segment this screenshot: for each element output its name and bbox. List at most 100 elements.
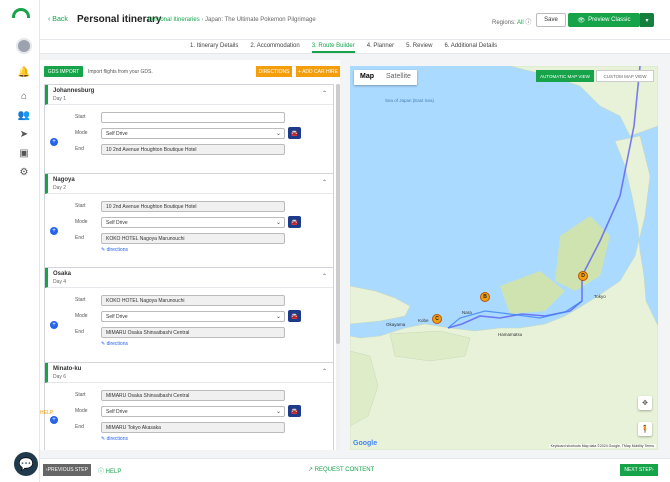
day-list[interactable]: Johannesburg Day 1 ⌃ + Start Mode Self D… [44,84,334,450]
day-number: Day 2 [53,185,67,191]
mode-select[interactable]: Self Drive ⌄ [101,311,285,322]
mode-select[interactable]: Self Drive ⌄ [101,217,285,228]
chevron-down-icon: ⌄ [275,409,281,415]
mode-value: Self Drive [106,409,128,415]
mode-label: Mode [75,313,88,319]
tab-route-builder[interactable]: 3. Route Builder [311,40,355,53]
help-link[interactable]: ⓘ HELP [98,466,121,475]
breadcrumb: Personal Itineraries › Japan: The Ultima… [148,17,316,23]
google-logo: Google [353,440,378,447]
map-marker[interactable]: D [578,271,588,281]
scrollbar-thumb[interactable] [336,84,340,344]
add-leg-icon[interactable]: + [50,321,58,329]
end-field[interactable]: MIMARU Tokyo Akasaka [101,422,285,433]
automatic-map-view-button[interactable]: AUTOMATIC MAP VIEW [536,70,594,82]
car-icon[interactable]: 🚘 [288,216,301,228]
add-leg-icon[interactable]: + [50,227,58,235]
brand-logo[interactable] [12,8,30,18]
gds-import-button[interactable]: GDS IMPORT [44,66,83,77]
day-body: + Start 10 2nd Avenue Houghton Boutique … [45,194,333,269]
gear-icon[interactable]: ⚙ [18,166,30,178]
regions-selector[interactable]: Regions: All ⓘ [492,17,531,26]
save-button[interactable]: Save [536,13,566,27]
avatar[interactable] [16,38,32,54]
preview-label: Preview Classic [588,17,631,23]
chat-icon[interactable]: 💬 [14,452,38,476]
chevron-up-icon[interactable]: ⌃ [322,368,327,375]
map-marker[interactable]: C [432,314,442,324]
mode-select[interactable]: Self Drive ⌄ [101,128,285,139]
next-step-button[interactable]: NEXT STEP › [620,464,658,476]
start-field[interactable]: 10 2nd Avenue Houghton Boutique Hotel [101,201,285,212]
directions-label: directions [106,436,128,442]
users-icon[interactable]: 👥 [18,109,30,121]
end-field[interactable]: KOKO HOTEL Nagoya Marunouchi [101,233,285,244]
start-label: Start [75,392,86,398]
day-card: Nagoya Day 2 ⌃ + Start 10 2nd Avenue Hou… [44,173,334,270]
start-label: Start [75,114,86,120]
day-header[interactable]: Nagoya Day 2 ⌃ [45,174,333,194]
start-label: Start [75,203,86,209]
mode-value: Self Drive [106,314,128,320]
breadcrumb-root[interactable]: Personal Itineraries [148,17,200,23]
request-content-link[interactable]: ↗ REQUEST CONTENT [308,466,374,473]
preview-dropdown-toggle[interactable]: ▾ [640,13,654,27]
end-label: End [75,424,84,430]
chevron-down-icon: ⌄ [275,314,281,320]
image-icon[interactable]: ▣ [18,147,30,159]
end-field[interactable]: 10 2nd Avenue Houghton Boutique Hotel [101,144,285,155]
custom-map-view-button[interactable]: CUSTOM MAP VIEW [596,70,654,82]
chevron-up-icon[interactable]: ⌃ [322,179,327,186]
help-label: HELP [105,469,122,475]
send-icon[interactable]: ➤ [18,128,30,140]
directions-link[interactable]: ✎ directions [101,436,128,442]
mode-label: Mode [75,219,88,225]
regions-label: Regions: [492,20,516,26]
app-root: 🔔 ⌂ 👥 ➤ ▣ ⚙ 💬 ‹ Back Personal itinerary … [0,0,670,482]
tab-additional-details[interactable]: 6. Additional Details [444,40,497,53]
start-field[interactable]: KOKO HOTEL Nagoya Marunouchi [101,295,285,306]
map-type-map[interactable]: Map [354,70,380,85]
add-leg-icon[interactable]: + [50,138,58,146]
street-view-icon[interactable]: 🧍 [638,422,652,436]
home-icon[interactable]: ⌂ [18,90,30,102]
map-attribution[interactable]: Keyboard shortcuts Map data ©2024 Google… [548,444,656,448]
start-field[interactable]: MIMARU Osaka Shinsaibashi Central [101,390,285,401]
previous-step-button[interactable]: ‹ PREVIOUS STEP [43,464,91,476]
move-icon[interactable]: ✥ [638,396,652,410]
end-field[interactable]: MIMARU Osaka Shinsaibashi Central [101,327,285,338]
tab-itinerary-details[interactable]: 1. Itinerary Details [190,40,238,53]
directions-link[interactable]: ✎ directions [101,341,128,347]
tab-accommodation[interactable]: 2. Accommodation [250,40,299,53]
chevron-up-icon[interactable]: ⌃ [322,273,327,280]
day-name: Johannesburg [53,88,95,94]
directions-link[interactable]: ✎ directions [101,247,128,253]
bell-icon[interactable]: 🔔 [18,66,30,78]
car-icon[interactable]: 🚘 [288,405,301,417]
car-icon[interactable]: 🚘 [288,127,301,139]
start-field[interactable] [101,112,285,123]
route-map[interactable]: Map Satellite AUTOMATIC MAP VIEW CUSTOM … [350,66,658,450]
mode-value: Self Drive [106,131,128,137]
tab-review[interactable]: 5. Review [406,40,432,53]
day-header[interactable]: Osaka Day 4 ⌃ [45,268,333,288]
help-float-label[interactable]: HELP [40,410,53,416]
back-link[interactable]: ‹ Back [48,16,68,23]
day-header[interactable]: Johannesburg Day 1 ⌃ [45,85,333,105]
chevron-up-icon[interactable]: ⌃ [322,90,327,97]
panel-scrollbar[interactable] [336,84,340,450]
day-body: + Start KOKO HOTEL Nagoya Marunouchi Mod… [45,288,333,363]
tab-planner[interactable]: 4. Planner [367,40,394,53]
place-label: Kobe [418,318,429,323]
add-leg-icon[interactable]: + [50,416,58,424]
directions-label: directions [106,247,128,253]
car-icon[interactable]: 🚘 [288,310,301,322]
preview-classic-button[interactable]: 👁 Preview Classic [568,13,640,27]
day-name: Osaka [53,271,72,277]
day-header[interactable]: Minato-ku Day 6 ⌃ [45,363,333,383]
directions-button[interactable]: DIRECTIONS [256,66,292,77]
map-marker[interactable]: B [480,292,490,302]
map-type-satellite[interactable]: Satellite [380,70,417,85]
add-car-hire-button[interactable]: + ADD CAR HIRE [296,66,340,77]
mode-select[interactable]: Self Drive ⌄ [101,406,285,417]
